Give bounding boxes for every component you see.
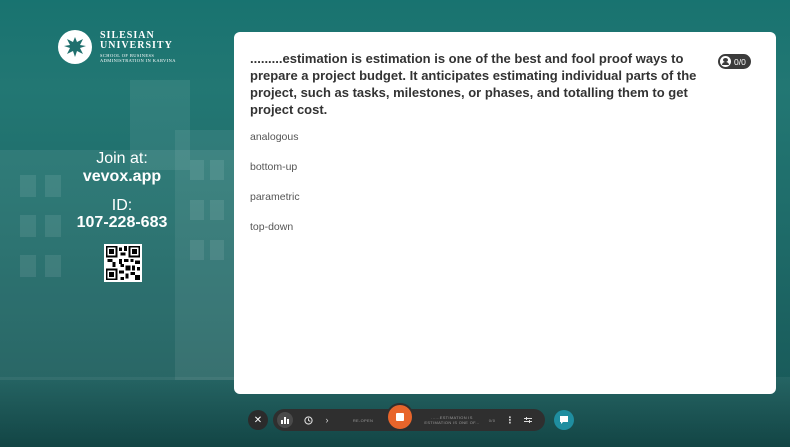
question-card: .........estimation is estimation is one…: [234, 32, 776, 394]
bar-chart-icon: [281, 417, 289, 424]
close-button[interactable]: ✕: [248, 410, 268, 430]
more-options-button[interactable]: ⋮: [505, 409, 515, 431]
clock-icon: [303, 415, 313, 425]
timer-button[interactable]: [301, 409, 315, 431]
sliders-icon: [524, 417, 532, 423]
stop-icon: [396, 413, 404, 421]
settings-button[interactable]: [521, 409, 535, 431]
question-text: .........estimation is estimation is one…: [250, 51, 697, 117]
option-bottom-up: bottom-up: [250, 161, 298, 173]
qr-code: [104, 244, 142, 282]
session-id-value: 107-228-683: [76, 214, 168, 231]
join-url: vevox.app: [82, 168, 162, 185]
option-top-down: top-down: [250, 221, 294, 233]
results-button[interactable]: [276, 409, 294, 431]
university-logo: SILESIAN UNIVERSITY SCHOOL OF BUSINESS A…: [58, 30, 176, 64]
close-icon: ✕: [253, 414, 263, 426]
chevron-right-icon: ›: [325, 415, 329, 425]
option-parametric: parametric: [250, 191, 300, 203]
reopen-button[interactable]: RE-OPEN: [343, 409, 383, 431]
response-count-badge: 0/0: [718, 54, 751, 69]
response-count: 0/0: [734, 56, 746, 67]
chat-icon: [560, 416, 568, 424]
chat-button[interactable]: [554, 410, 574, 430]
option-analogous: analogous: [250, 131, 299, 143]
logo-line-4: ADMINISTRATION IN KARVINA: [100, 57, 176, 63]
session-id-label: ID:: [111, 197, 133, 214]
current-question-count: 0/0: [488, 417, 496, 423]
reopen-label: RE-OPEN: [352, 417, 374, 423]
eagle-logo-icon: [58, 30, 92, 64]
next-button[interactable]: ›: [321, 409, 333, 431]
current-question-title: ......ESTIMATION IS ESTIMATION IS ONE OF…: [424, 415, 480, 425]
user-icon: [720, 56, 731, 67]
more-vertical-icon: ⋮: [505, 414, 515, 425]
options-list: analogous bottom-up parametric top-down: [250, 130, 300, 250]
logo-line-2: UNIVERSITY: [100, 40, 173, 52]
stop-button[interactable]: [386, 403, 414, 431]
join-label: Join at:: [96, 150, 148, 167]
